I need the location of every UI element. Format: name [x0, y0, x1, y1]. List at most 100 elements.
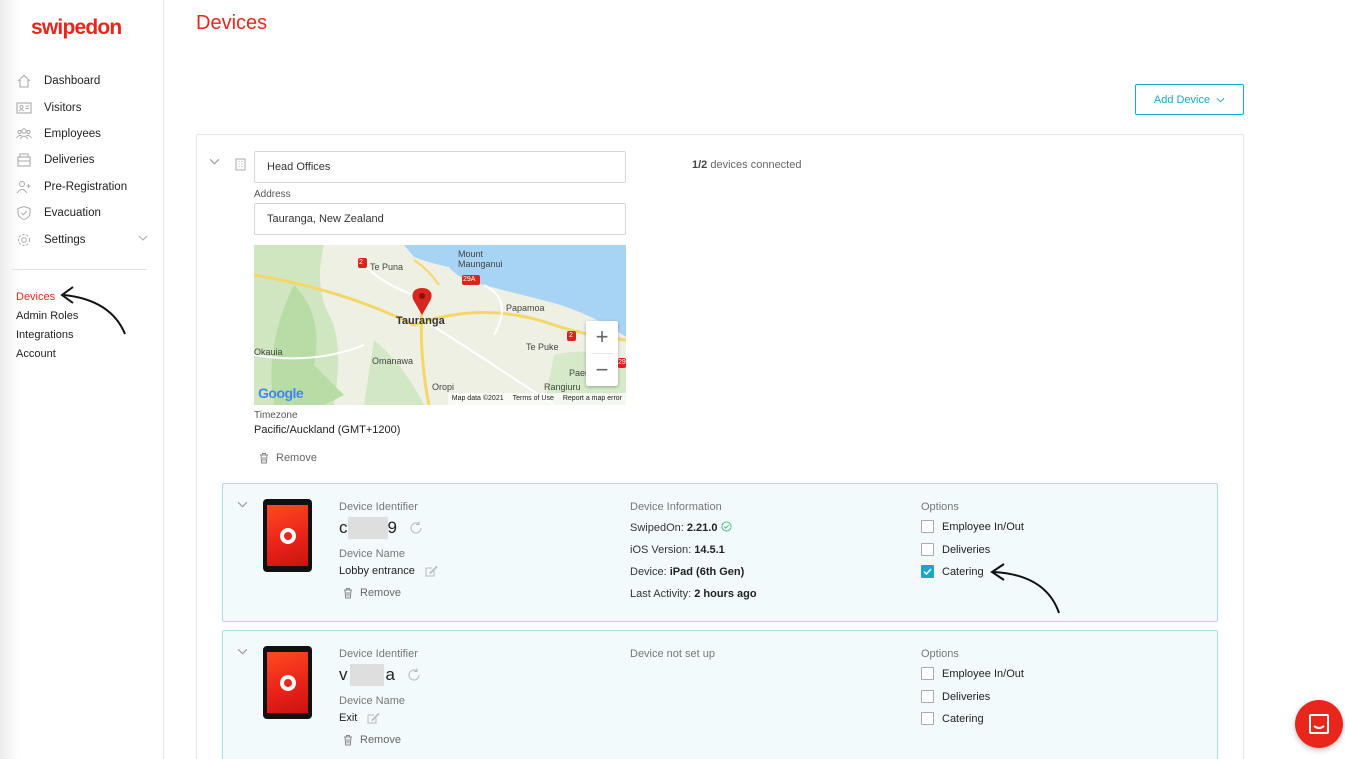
option-employee-in-out[interactable]: Employee In/Out [921, 520, 1024, 533]
sidebar-item-employees[interactable]: Employees [16, 121, 150, 147]
map-road-number: 29A [463, 276, 476, 283]
tablet-image [263, 646, 312, 719]
info-key: Last Activity: [630, 588, 692, 600]
edit-icon[interactable] [425, 565, 438, 577]
option-employee-in-out[interactable]: Employee In/Out [921, 667, 1024, 680]
collapse-chevron-icon[interactable] [237, 501, 248, 508]
info-last-activity: Last Activity: 2 hours ago [630, 588, 757, 600]
map-report-link[interactable]: Report a map error [563, 395, 622, 403]
sidebar-link-account[interactable]: Account [16, 345, 78, 364]
device-info-label: Device Information [630, 501, 722, 513]
checkmark-icon [923, 568, 932, 575]
google-logo[interactable]: Google [258, 385, 304, 401]
add-device-label: Add Device [1153, 93, 1211, 106]
edit-icon[interactable] [367, 712, 381, 724]
info-value: iPad (6th Gen) [669, 566, 745, 578]
trash-icon [344, 588, 352, 599]
device-name-value: Exit [339, 712, 358, 724]
chat-icon [1309, 714, 1329, 734]
sidebar-item-pre-registration[interactable]: Pre-Registration [16, 174, 150, 200]
info-key: iOS Version: [630, 544, 692, 556]
device-identifier: v a [339, 664, 421, 686]
tablet-image [263, 499, 312, 572]
sidebar-item-label: Settings [44, 233, 86, 246]
tablet-screen [267, 652, 308, 713]
checkbox[interactable] [921, 712, 934, 725]
device-name-label: Device Name [339, 695, 406, 707]
info-key: SwipedOn: [630, 522, 684, 534]
checkbox[interactable] [921, 667, 934, 680]
remove-device-button[interactable]: Remove [343, 587, 401, 599]
sidebar-item-label: Visitors [44, 101, 82, 114]
package-icon [17, 153, 31, 167]
user-plus-icon [16, 180, 31, 194]
redacted-block [349, 664, 384, 686]
swipedon-logo[interactable]: swipedon [31, 16, 122, 40]
location-map[interactable]: 2 29A 2 29 Te Puna Mount Maunganui Papam… [254, 245, 626, 405]
option-label: Employee In/Out [942, 667, 1024, 680]
collapse-chevron-icon[interactable] [237, 648, 248, 655]
device-name-value: Lobby entrance [339, 565, 415, 577]
remove-label: Remove [360, 734, 401, 746]
option-deliveries[interactable]: Deliveries [921, 690, 990, 703]
sidebar-item-label: Dashboard [44, 75, 101, 88]
remove-device-button[interactable]: Remove [343, 734, 401, 746]
info-value: 14.5.1 [694, 544, 725, 556]
address-label: Address [254, 189, 291, 200]
sidebar-item-evacuation[interactable]: Evacuation [16, 200, 150, 226]
refresh-icon[interactable] [407, 668, 421, 682]
info-value: 2.21.0 [686, 522, 718, 534]
redacted-block [347, 517, 388, 539]
map-label: Mount Maunganui [458, 249, 503, 269]
check-circle-icon [720, 521, 732, 532]
option-deliveries[interactable]: Deliveries [921, 543, 990, 556]
sidebar-item-dashboard[interactable]: Dashboard [16, 68, 150, 94]
add-device-button[interactable]: Add Device [1135, 84, 1244, 115]
chat-launcher-button[interactable] [1295, 700, 1343, 748]
sidebar-item-visitors[interactable]: Visitors [16, 94, 150, 120]
option-catering[interactable]: Catering [921, 565, 984, 578]
map-city-label: Tauranga [396, 315, 445, 327]
checkbox[interactable] [921, 543, 934, 556]
map-label: Okauia [254, 347, 283, 357]
map-terms-link[interactable]: Terms of Use [513, 395, 554, 403]
zoom-out-button[interactable]: − [586, 354, 618, 386]
option-catering[interactable]: Catering [921, 712, 984, 725]
checkbox[interactable] [921, 690, 934, 703]
map-road-number: 2 [359, 259, 363, 266]
address-input[interactable]: Tauranga, New Zealand [254, 203, 626, 235]
remove-location-button[interactable]: Remove [259, 452, 317, 464]
map-zoom-control: + − [586, 321, 618, 386]
device-name: Lobby entrance [339, 565, 438, 577]
device-card: Device Identifier c 9 Device Name Lobby … [222, 483, 1218, 622]
location-name-input[interactable]: Head Offices [254, 151, 626, 183]
people-icon [16, 128, 32, 140]
device-identifier: c 9 [339, 517, 423, 539]
device-identifier-label: Device Identifier [339, 648, 418, 660]
checkbox[interactable] [921, 520, 934, 533]
sidebar-item-settings[interactable]: Settings [16, 226, 150, 252]
swipedon-logo-icon [279, 527, 296, 544]
option-label: Catering [942, 565, 984, 578]
id-card-icon [16, 102, 32, 114]
building-icon [235, 158, 246, 171]
checkbox-checked[interactable] [921, 565, 934, 578]
annotation-arrow-catering [990, 563, 1060, 614]
info-key: Device: [630, 566, 667, 578]
map-road-number: 2 [569, 332, 573, 339]
sidebar-item-deliveries[interactable]: Deliveries [16, 147, 150, 173]
map-label: Omanawa [372, 356, 414, 366]
gear-icon [18, 233, 30, 246]
info-value: 2 hours ago [694, 588, 757, 600]
collapse-chevron-icon[interactable] [209, 158, 220, 165]
sidebar-divider [12, 269, 147, 270]
timezone-label: Timezone [254, 410, 298, 421]
device-card: Device Identifier v a Device Name Exit R… [222, 630, 1218, 759]
map-label: Rangiuru [544, 382, 581, 392]
sidebar-item-label: Deliveries [44, 154, 95, 167]
tablet-screen [267, 505, 308, 566]
sidebar-item-label: Employees [44, 127, 101, 140]
chevron-down-icon[interactable] [138, 235, 148, 242]
zoom-in-button[interactable]: + [586, 321, 618, 353]
refresh-icon[interactable] [409, 521, 423, 535]
